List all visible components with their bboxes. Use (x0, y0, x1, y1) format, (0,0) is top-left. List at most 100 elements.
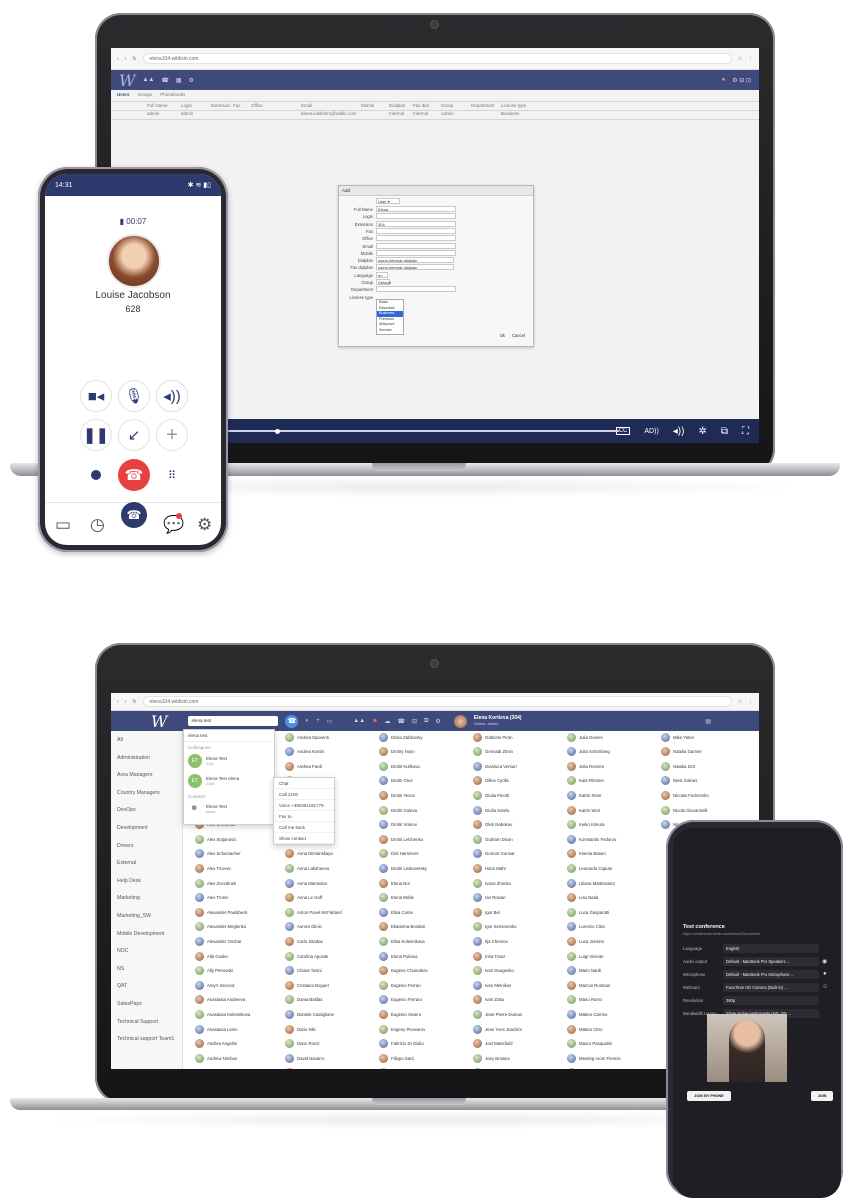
sidebar-item[interactable]: SalesPaps (117, 1001, 142, 1007)
field-input[interactable]: users-internal-dialplan (376, 257, 454, 264)
add-call-button[interactable]: + (156, 419, 188, 451)
contact-item[interactable]: Anastasia Andreeva (195, 995, 245, 1005)
search-result-item[interactable]: ET Elena Test elena 2100 (188, 774, 272, 790)
contact-item[interactable]: Alexander Meglenko (195, 922, 246, 932)
field-input[interactable]: Elena (376, 206, 456, 212)
field-input[interactable] (376, 242, 456, 249)
history-tab[interactable]: ◷ (90, 515, 105, 535)
field-input[interactable] (376, 249, 456, 256)
contact-item[interactable]: Joey Browne (473, 1053, 510, 1063)
join-by-phone-button[interactable]: JOIN BY PHONE (687, 1091, 731, 1101)
contact-item[interactable]: Igor Semenenko (473, 922, 517, 932)
contact-item[interactable]: Dmitri Lelchenko (379, 834, 423, 844)
table-header-cell[interactable]: Login (181, 103, 192, 108)
contact-item[interactable]: Jean Yves Joachim (473, 1024, 522, 1034)
contact-item[interactable]: Anna Laksheeva (285, 863, 329, 873)
table-header-cell[interactable]: Group (441, 103, 454, 108)
contact-item[interactable]: Katrin Weir (567, 805, 600, 815)
contact-item[interactable]: Gabriele Piran (473, 732, 512, 742)
contact-item[interactable]: Alla Gosko (195, 951, 228, 961)
sidebar-item[interactable]: Help Desk (117, 878, 141, 884)
contact-item[interactable]: Ian Rowan (473, 893, 506, 903)
cancel-button[interactable]: Cancel (512, 333, 525, 338)
back-icon[interactable]: ‹ (117, 699, 119, 705)
contact-item[interactable]: Julia Schönberg (567, 747, 610, 757)
forward-icon[interactable]: › (125, 56, 127, 62)
contact-item[interactable]: Gilles Cyrille (473, 776, 509, 786)
contact-item[interactable]: Alex Stojanovic (195, 834, 236, 844)
contact-item[interactable]: Dmitri Kulikova (379, 761, 420, 771)
contact-item[interactable]: Katrin Steer (567, 790, 602, 800)
contact-item[interactable]: Elena Wilde (379, 893, 414, 903)
pause-button[interactable]: ❚❚ (80, 419, 112, 451)
context-menu-item[interactable]: Show contact (274, 833, 334, 844)
fullscreen-icon[interactable]: ⛶ (742, 426, 749, 437)
sidebar-item[interactable]: DevOps (117, 807, 136, 813)
license-option[interactable]: Service (377, 328, 403, 334)
join-button[interactable]: JOIN (811, 1091, 833, 1101)
contact-item[interactable]: Igor Bel (473, 907, 500, 917)
contact-item[interactable]: Leonardo Caputo (567, 863, 612, 873)
contact-item[interactable]: Dmitri Guleva (379, 805, 417, 815)
sidebar-item[interactable]: All (117, 737, 123, 743)
menu-icon[interactable]: ⋮ (748, 699, 753, 705)
mute-button[interactable]: 🎙 (118, 380, 150, 412)
add-icon[interactable]: + (316, 718, 320, 724)
contact-item[interactable]: Giulia Sotelo (473, 805, 509, 815)
contact-item[interactable]: Dmitry Noyn (379, 747, 415, 757)
context-menu-item[interactable]: Voice +390461191779 (274, 800, 334, 811)
gear-icon[interactable]: ⚙ (189, 77, 194, 84)
setting-select[interactable]: 360p (723, 996, 819, 1005)
sidebar-item[interactable]: NS (117, 966, 124, 972)
sidebar-item[interactable]: External (117, 860, 136, 866)
sidebar-item[interactable]: Marketing (117, 895, 140, 901)
contact-item[interactable]: Hans Mahr (473, 863, 506, 873)
contact-item[interactable]: David Navarro (285, 1053, 324, 1063)
search-input[interactable]: elena test (188, 716, 279, 726)
phone-icon[interactable]: ☎ (398, 718, 405, 725)
contact-item[interactable]: Jean-Pierre Dumas (473, 1009, 522, 1019)
contact-item[interactable]: Natalia Garnier (661, 747, 702, 757)
contact-item[interactable]: Mario Rossi (567, 995, 602, 1005)
sidebar-item[interactable]: Development (117, 825, 148, 831)
contact-item[interactable]: Mauro Pasqualini (567, 1039, 612, 1049)
context-menu-item[interactable]: Chat (274, 778, 334, 789)
contact-item[interactable]: Andrea Spaventi (285, 732, 329, 742)
contact-item[interactable]: Luca Jenkins (567, 936, 604, 946)
phonebook-tab[interactable]: ▭ (55, 515, 71, 535)
contact-item[interactable]: Julia Romero (567, 761, 604, 771)
field-input[interactable]: 304 (376, 220, 456, 227)
contact-item[interactable]: Alexander Paulsbeck (195, 907, 247, 917)
context-menu-item[interactable]: Call me back (274, 822, 334, 833)
contact-item[interactable]: Amy's Second (195, 980, 234, 990)
grid-icon[interactable]: ▦ (176, 77, 182, 84)
sidebar-item[interactable]: Marketing_SW (117, 913, 151, 919)
sidebar-item[interactable]: Area Managers (117, 772, 152, 778)
contact-item[interactable]: Alex Ticovec (195, 863, 231, 873)
table-header-cell[interactable]: Dialplan (389, 103, 405, 108)
reload-icon[interactable]: ↻ (132, 56, 136, 62)
contact-item[interactable]: Niels Gaines (661, 776, 697, 786)
contact-item[interactable]: Anna Mamedov (285, 878, 327, 888)
contact-item[interactable]: Elisa Kolesnikova (379, 936, 425, 946)
contact-item[interactable]: Dirk Hammers (379, 849, 418, 859)
contact-item[interactable]: Eugenio Siviero (379, 1009, 421, 1019)
tab-users[interactable]: Users (117, 92, 130, 97)
sidebar-item[interactable]: QAT (117, 983, 127, 989)
contact-item[interactable]: Irina Tranz (473, 951, 505, 961)
field-input[interactable] (376, 235, 456, 242)
audio-description-icon[interactable]: AD)) (644, 428, 658, 435)
contact-item[interactable]: Anna Dimianskaya (285, 849, 333, 859)
settings-icon[interactable]: ✲ (698, 426, 706, 437)
contact-item[interactable]: Dmitri Leskovetsky (379, 863, 427, 873)
contact-item[interactable]: Daniele Castiglione (285, 1009, 334, 1019)
contact-item[interactable]: Dania Baldas (285, 995, 323, 1005)
users-icon[interactable]: ▲▲ (142, 77, 154, 83)
contact-item[interactable]: Dmitri Yesov (379, 790, 415, 800)
back-icon[interactable]: ‹ (117, 56, 119, 62)
menu-icon[interactable]: ⋮ (748, 56, 753, 62)
contact-item[interactable]: Matteo Citro (567, 1024, 602, 1034)
contact-item[interactable]: Dinko Zablovsky (379, 732, 423, 742)
contact-item[interactable]: Evgeny Pivovarov (379, 1024, 425, 1034)
reload-icon[interactable]: ↻ (132, 699, 136, 705)
